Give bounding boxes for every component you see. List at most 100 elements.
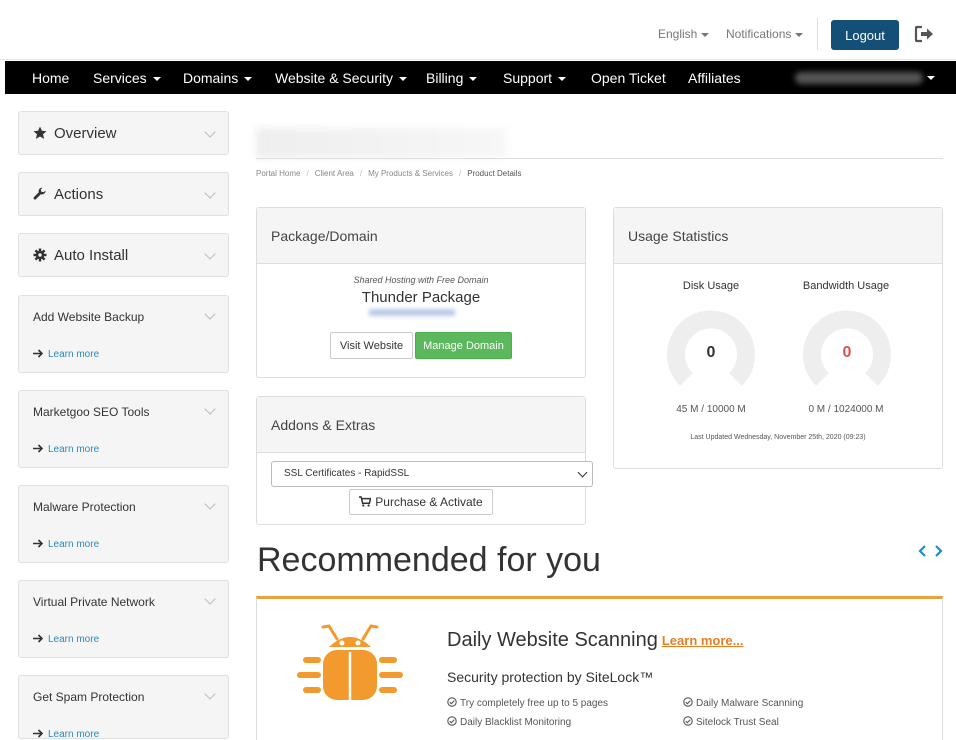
sidebar-panel-label: Auto Install xyxy=(54,247,129,264)
recommendation-card: Daily Website Scanning Learn more... Secu… xyxy=(256,596,943,740)
card-header: Usage Statistics xyxy=(614,208,942,264)
arrow-right-icon xyxy=(33,634,44,643)
wrench-icon xyxy=(33,187,46,200)
language-selector[interactable]: English xyxy=(658,27,710,41)
nav-label: Website & Security xyxy=(275,70,394,86)
breadcrumb-item-current: Product Details xyxy=(467,169,522,178)
chevron-right-icon xyxy=(935,545,943,557)
logout-button[interactable]: Logout xyxy=(831,20,899,50)
page-title xyxy=(256,128,506,158)
nav-label: Affiliates xyxy=(688,70,741,86)
chevron-down-icon[interactable] xyxy=(204,308,216,320)
chevron-down-icon[interactable] xyxy=(204,498,216,510)
recommendation-subtitle: Security protection by SiteLock™ xyxy=(447,669,654,685)
package-domain[interactable] xyxy=(369,309,455,316)
language-label: English xyxy=(658,27,698,41)
sidebar-panel-auto-install[interactable]: Auto Install xyxy=(18,233,229,277)
nav-item-affiliates[interactable]: Affiliates xyxy=(688,70,741,86)
feature-item: Try completely free up to 5 pages xyxy=(447,697,608,709)
bandwidth-usage-detail: 0 M / 1024000 M xyxy=(808,404,884,415)
sidebar-panel-actions[interactable]: Actions xyxy=(18,172,229,216)
sidebar-panel-heading: Actions xyxy=(33,186,103,203)
learn-more-link[interactable]: Learn more xyxy=(33,444,99,455)
chevron-down-icon[interactable] xyxy=(204,403,216,415)
chevron-down-icon xyxy=(558,77,567,82)
card-header: Package/Domain xyxy=(257,208,585,264)
bandwidth-usage-value: 0 xyxy=(842,344,852,361)
sidebar-promo-label: Add Website Backup xyxy=(33,310,145,324)
check-circle-icon xyxy=(683,697,693,707)
learn-more-link[interactable]: Learn more xyxy=(33,729,99,740)
sidebar-promo-seo-tools: Marketgoo SEO Tools Learn more xyxy=(18,390,229,468)
breadcrumb-item[interactable]: Portal Home xyxy=(256,169,300,178)
divider xyxy=(256,158,943,159)
chevron-down-icon xyxy=(469,77,478,82)
addons-extras-card: Addons & Extras SSL Certificates - Rapid… xyxy=(256,396,593,525)
manage-domain-button[interactable]: Manage Domain xyxy=(415,332,512,359)
carousel-nav[interactable] xyxy=(918,545,944,557)
sidebar-panel-overview[interactable]: Overview xyxy=(18,111,229,155)
recommended-heading: Recommended for you xyxy=(257,541,601,579)
learn-more-label: Learn more xyxy=(48,539,100,550)
star-icon xyxy=(33,126,47,139)
nav-label: Open Ticket xyxy=(591,70,666,86)
sidebar-promo-spam-protection: Get Spam Protection Learn more xyxy=(18,675,229,740)
addon-select[interactable]: SSL Certificates - RapidSSL xyxy=(271,461,593,487)
bug-icon xyxy=(297,624,403,700)
shopping-cart-icon xyxy=(359,496,372,507)
bandwidth-usage-label: Bandwidth Usage xyxy=(802,280,890,292)
arrow-right-icon xyxy=(33,444,44,453)
breadcrumb-item[interactable]: My Products & Services xyxy=(368,169,453,178)
nav-label: Support xyxy=(503,70,553,86)
recommendation-title-text: Daily Website Scanning xyxy=(447,629,658,651)
learn-more-link[interactable]: Learn more... xyxy=(662,633,744,648)
sign-out-icon[interactable] xyxy=(913,24,935,44)
package-subtitle: Shared Hosting with Free Domain xyxy=(353,275,489,285)
nav-item-billing[interactable]: Billing xyxy=(426,70,478,86)
card-header: Addons & Extras xyxy=(257,397,585,453)
chevron-down-icon[interactable] xyxy=(204,593,216,605)
chevron-down-icon xyxy=(701,32,710,37)
learn-more-link[interactable]: Learn more xyxy=(33,349,99,360)
chevron-down-icon xyxy=(927,76,935,80)
disk-usage-detail: 45 M / 10000 M xyxy=(676,404,746,415)
sidebar-promo-label: Marketgoo SEO Tools xyxy=(33,405,150,419)
user-account-menu[interactable] xyxy=(795,72,923,84)
feature-label: Daily Malware Scanning xyxy=(696,698,804,709)
nav-item-services[interactable]: Services xyxy=(93,70,161,86)
arrow-right-icon xyxy=(33,349,44,358)
chevron-down-icon[interactable] xyxy=(204,688,216,700)
purchase-label: Purchase & Activate xyxy=(375,495,483,509)
sidebar-promo-label: Get Spam Protection xyxy=(33,690,145,704)
card-title: Package/Domain xyxy=(271,228,378,244)
purchase-activate-button[interactable]: Purchase & Activate xyxy=(349,489,493,515)
learn-more-link[interactable]: Learn more xyxy=(33,539,99,550)
feature-label: Daily Blacklist Monitoring xyxy=(460,717,572,728)
breadcrumb-item[interactable]: Client Area xyxy=(315,169,354,178)
feature-label: Sitelock Trust Seal xyxy=(696,717,779,728)
nav-item-domains[interactable]: Domains xyxy=(183,70,253,86)
feature-item: Daily Malware Scanning xyxy=(683,697,803,709)
learn-more-link[interactable]: Learn more xyxy=(33,634,99,645)
chevron-down-icon xyxy=(204,187,216,199)
chevron-down-icon xyxy=(244,77,253,82)
sidebar-panel-heading: Auto Install xyxy=(33,247,128,264)
visit-website-button[interactable]: Visit Website xyxy=(330,332,413,359)
learn-more-label: Learn more xyxy=(48,729,100,740)
nav-label: Home xyxy=(32,70,70,86)
nav-item-support[interactable]: Support xyxy=(503,70,567,86)
chevron-down-icon xyxy=(399,77,408,82)
check-circle-icon xyxy=(683,716,693,726)
arrow-right-icon xyxy=(33,539,44,548)
package-name: Thunder Package xyxy=(361,289,481,306)
recommendation-title: Daily Website Scanning Learn more... xyxy=(447,629,744,652)
check-circle-icon xyxy=(447,697,457,707)
notifications-menu[interactable]: Notifications xyxy=(726,27,804,41)
nav-item-website-security[interactable]: Website & Security xyxy=(275,70,408,86)
nav-item-home[interactable]: Home xyxy=(32,70,69,86)
nav-label: Services xyxy=(93,70,147,86)
nav-item-open-ticket[interactable]: Open Ticket xyxy=(591,70,666,86)
divider xyxy=(817,18,818,50)
disk-usage-value: 0 xyxy=(706,344,716,361)
nav-label: Billing xyxy=(426,70,464,86)
